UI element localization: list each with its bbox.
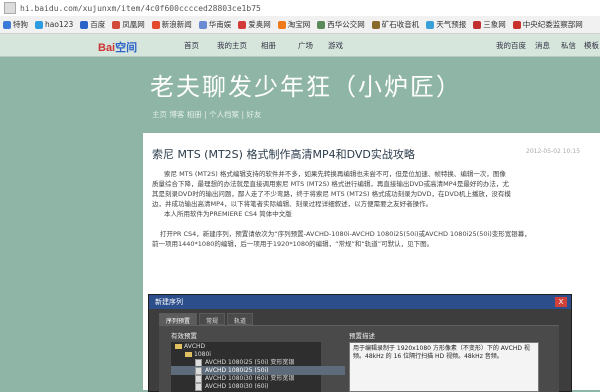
dialog-tabs: 序列预置 常规 轨道 (159, 313, 255, 325)
bookmark-icon (317, 20, 326, 29)
site-nav: Bai空间 首页 我的主页 相册 广场 游戏 我的百度 消息 私信 模板 (0, 34, 600, 57)
article-line: 质量综合下降，最理想的办法就是直接调用索尼 MTS (MT2S) 格式进行编辑，… (152, 180, 509, 188)
nav-messages[interactable]: 消息 (535, 40, 550, 51)
folder-icon (185, 352, 192, 357)
nav-template[interactable]: 模板 (584, 40, 599, 51)
bookmark-label: 华南娱 (208, 20, 232, 29)
article-line: 前一项用1440*1080的编辑，后一项用于1920*1080的编辑，“常规”和… (152, 240, 434, 248)
bookmark-label: 天气预报 (436, 20, 467, 29)
bookmark-item[interactable]: 爱奥网 (238, 19, 271, 30)
close-icon[interactable]: X (555, 297, 567, 307)
bookmark-icon (112, 20, 121, 29)
bookmark-label: 西华公交网 (327, 20, 365, 29)
article-line: 其是刻录DVD时的输出问题，鄙人走了不少弯路，终于将索尼 MTS (MT2S) … (152, 190, 511, 198)
folder-icon (175, 344, 182, 349)
bookmark-icon (3, 20, 11, 29)
bookmarks-bar: 特狗 hao123 百度 凤凰网 新浪新闻 华南娱 爱奥网 淘宝网 西华公交网 矿石收音机 天气预报… (0, 16, 600, 34)
file-icon (195, 382, 202, 391)
bookmark-label: 三象网 (483, 20, 506, 29)
bookmark-label: hao123 (45, 20, 74, 29)
bookmark-label: 淘宝网 (287, 20, 311, 29)
new-sequence-dialog: 新建序列 X 序列预置 常规 轨道 有效预置 预置描述 AVCHD 1080i AV… (148, 294, 572, 392)
preset-description-label: 预置描述 (349, 332, 375, 340)
bookmark-item[interactable]: 三象网 (473, 19, 506, 30)
blog-subnav[interactable]: 主页 博客 相册 | 个人档案 | 好友 (152, 109, 261, 120)
bookmark-icon (238, 20, 247, 29)
preset-tree[interactable]: AVCHD 1080i AVCHD 1080i25 (50i) 变形宽银 AVCHD … (171, 342, 345, 392)
bookmark-item[interactable]: 西华公交网 (317, 19, 365, 30)
preset-description: 用于编辑录制于 1920x1080 方形像素（不变形）下的 AVCHD 视频。4… (349, 342, 539, 392)
tab-tracks[interactable]: 轨道 (227, 313, 254, 325)
article-line: 索尼 MTS (MT2S) 格式编辑支持的软件并不多，如果先转换再编辑也未尝不可… (164, 170, 506, 178)
nav-my-page[interactable]: 我的主页 (217, 40, 247, 51)
nav-square[interactable]: 广场 (298, 40, 313, 51)
article-line: 打开PR CS4，新建序列，预置请依次为“序列预置-AVCHD-1080i-AV… (160, 230, 531, 238)
article-title: 索尼 MTS (MT2S) 格式制作高清MP4和DVD实战攻略 (152, 148, 415, 161)
presets-pane: 有效预置 预置描述 AVCHD 1080i AVCHD 1080i25 (50i) … (159, 325, 559, 392)
bookmark-label: 新浪新闻 (161, 20, 192, 29)
nav-home[interactable]: 首页 (184, 40, 199, 51)
bookmark-label: 爱奥网 (248, 20, 271, 29)
bookmark-icon (371, 20, 380, 29)
tree-item-label: AVCHD 1080i30 (60i) 变形宽银 (205, 375, 295, 382)
bookmark-icon (512, 20, 521, 29)
bookmark-item[interactable]: 新浪新闻 (151, 19, 192, 30)
tree-item-label: AVCHD 1080i30 (60i) (205, 383, 269, 390)
article-date: 2012-05-02 10:15 (526, 148, 581, 155)
nav-album[interactable]: 相册 (261, 40, 276, 51)
tree-item-label: AVCHD 1080i25 (50i) 变形宽银 (205, 359, 295, 366)
nav-my-baidu[interactable]: 我的百度 (496, 40, 526, 51)
bookmark-label: 中央纪委监察部网 (522, 20, 583, 29)
article-line: 边，并成功输出高清MP4，以下将笔者实际编辑、刻录过程详细叙述，以方便需要之友好… (152, 200, 433, 208)
tree-item-label: AVCHD (184, 343, 206, 350)
bookmark-item[interactable]: 凤凰网 (112, 19, 145, 30)
address-bar[interactable]: hi.baidu.com/xujunxm/item/4c0f600cccced2… (0, 0, 600, 17)
bookmark-icon (151, 20, 160, 29)
bookmark-icon (277, 20, 286, 29)
bookmark-item[interactable]: 特狗 (3, 19, 28, 30)
bookmark-label: 凤凰网 (122, 20, 145, 29)
bookmark-item[interactable]: 矿石收音机 (371, 19, 420, 30)
bookmark-item[interactable]: 华南娱 (198, 19, 232, 30)
bookmark-label: 特狗 (13, 20, 28, 29)
bookmark-item[interactable]: 天气预报 (426, 19, 466, 30)
bookmark-item[interactable]: 中央纪委监察部网 (512, 19, 583, 30)
bookmark-icon (473, 20, 482, 29)
bookmark-icon (80, 20, 89, 29)
page-icon (4, 2, 16, 14)
bookmark-icon (198, 20, 207, 29)
blog-title[interactable]: 老夫聊发少年狂（小炉匠） (150, 67, 462, 102)
baidu-logo[interactable]: Bai空间 (98, 39, 137, 55)
article-line: 本人所用软件为PREMIERE CS4 简体中文版 (164, 210, 292, 218)
tab-presets[interactable]: 序列预置 (159, 313, 198, 325)
tree-item-label: 1080i (194, 351, 211, 358)
url-text[interactable]: hi.baidu.com/xujunxm/item/4c0f600cccced2… (20, 4, 261, 13)
nav-pm[interactable]: 私信 (561, 40, 576, 51)
available-presets-label: 有效预置 (171, 332, 197, 340)
bookmark-icon (35, 20, 43, 29)
bookmark-label: 百度 (90, 20, 106, 29)
dialog-title: 新建序列 (149, 295, 571, 309)
bookmark-item[interactable]: 淘宝网 (277, 19, 311, 30)
bookmark-item[interactable]: hao123 (35, 20, 73, 29)
blog-banner: 老夫聊发少年狂（小炉匠） 主页 博客 相册 | 个人档案 | 好友 (0, 57, 600, 133)
bookmark-label: 矿石收音机 (381, 20, 420, 29)
nav-games[interactable]: 游戏 (328, 40, 343, 51)
bookmark-item[interactable]: 百度 (80, 19, 105, 30)
tab-general[interactable]: 常规 (199, 313, 226, 325)
bookmark-icon (426, 20, 435, 29)
tree-item-label: AVCHD 1080i25 (50i) (205, 367, 269, 374)
